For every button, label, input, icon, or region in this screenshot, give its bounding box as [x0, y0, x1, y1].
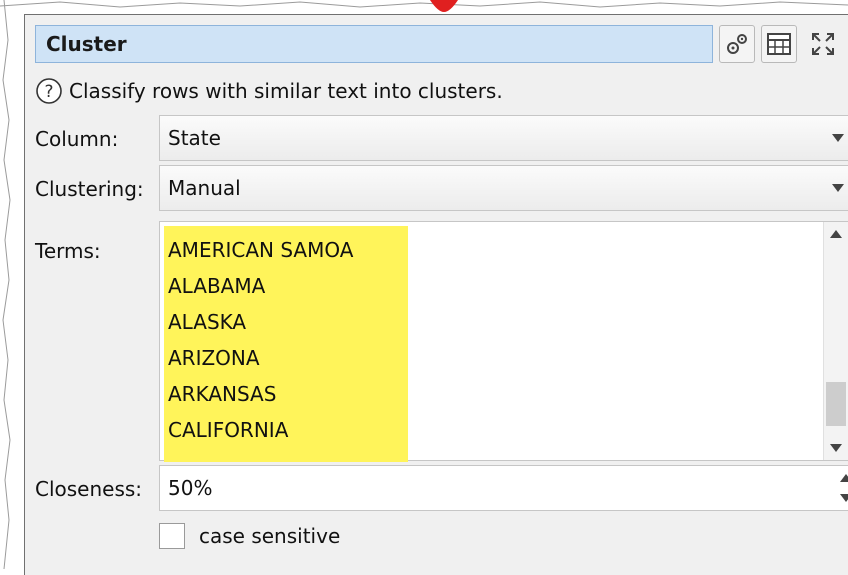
- expand-icon: [812, 33, 834, 55]
- gears-icon: [727, 34, 747, 54]
- column-label: Column:: [35, 127, 119, 151]
- case-sensitive-checkbox[interactable]: [159, 523, 185, 549]
- svg-text:?: ?: [44, 82, 53, 102]
- terms-label: Terms:: [35, 239, 101, 263]
- table-view-button[interactable]: [761, 25, 797, 63]
- scroll-down-icon[interactable]: [830, 444, 842, 452]
- terms-scrollbar[interactable]: [823, 222, 848, 460]
- chevron-down-icon: [832, 184, 844, 192]
- cluster-panel: Cluster ? Classify rows with similar tex…: [24, 14, 848, 575]
- case-sensitive-label[interactable]: case sensitive: [199, 523, 340, 549]
- column-dropdown[interactable]: State: [159, 115, 848, 161]
- chevron-down-icon: [832, 134, 844, 142]
- closeness-label: Closeness:: [35, 477, 143, 501]
- help-row: ? Classify rows with similar text into c…: [35, 75, 503, 107]
- term-item: AMERICAN SAMOA: [168, 238, 354, 262]
- pointer-arrow-icon: [430, 0, 458, 12]
- term-item: ALABAMA: [168, 274, 266, 298]
- panel-title: Cluster: [35, 25, 713, 63]
- term-item: ALASKA: [168, 310, 247, 334]
- term-item: CALIFORNIA: [168, 418, 289, 442]
- term-item: ARIZONA: [168, 346, 260, 370]
- clustering-dropdown[interactable]: Manual: [159, 165, 848, 211]
- spin-up-icon[interactable]: [840, 474, 848, 482]
- help-text: Classify rows with similar text into clu…: [69, 79, 503, 103]
- expand-button[interactable]: [803, 25, 843, 63]
- term-item: ARKANSAS: [168, 382, 277, 406]
- clustering-label: Clustering:: [35, 177, 144, 201]
- settings-button[interactable]: [719, 25, 755, 63]
- table-icon: [767, 33, 791, 55]
- spin-down-icon[interactable]: [840, 494, 848, 502]
- closeness-spinbox[interactable]: 50%: [159, 465, 848, 511]
- clustering-value: Manual: [168, 176, 241, 200]
- column-value: State: [168, 126, 221, 150]
- terms-textarea[interactable]: AMERICAN SAMOA ALABAMA ALASKA ARIZONA AR…: [159, 221, 848, 462]
- help-icon[interactable]: ?: [35, 77, 63, 105]
- closeness-value: 50%: [168, 476, 213, 500]
- scroll-up-icon[interactable]: [830, 230, 842, 238]
- scroll-thumb[interactable]: [826, 382, 846, 426]
